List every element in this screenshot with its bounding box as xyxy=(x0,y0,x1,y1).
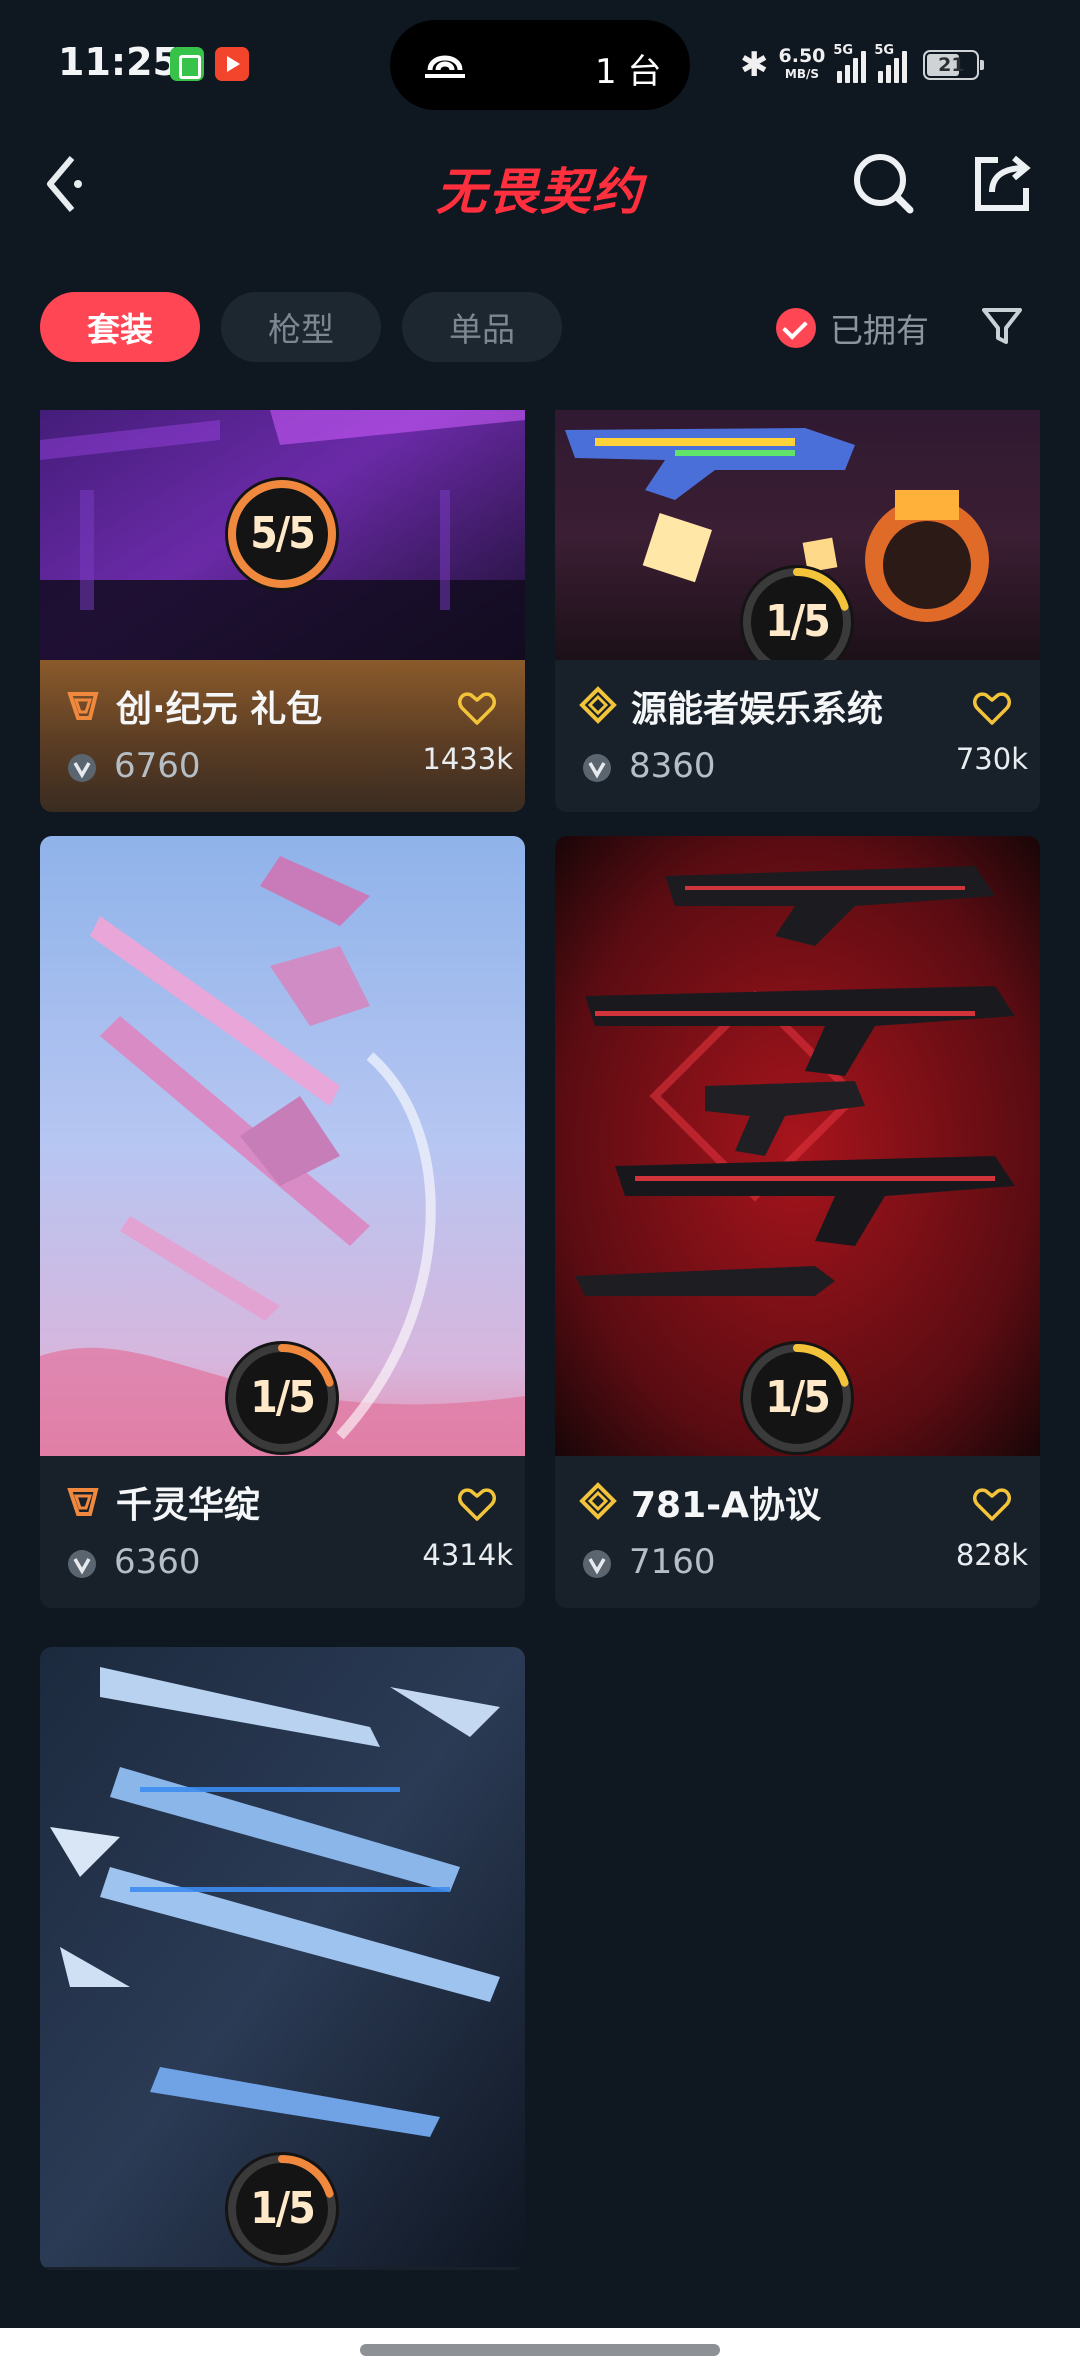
bundle-card[interactable]: 1/5 源能者娱乐系统 8360 730k xyxy=(555,410,1040,812)
collection-progress: 5/5 xyxy=(220,472,344,596)
signal-icon: 5G xyxy=(833,43,867,83)
cast-count: 1 台 xyxy=(595,52,662,92)
bundle-name: 源能者娱乐系统 xyxy=(631,689,884,730)
favorite-icon[interactable] xyxy=(972,1486,1012,1522)
vp-coin-icon xyxy=(68,1550,96,1578)
share-icon[interactable] xyxy=(968,148,1038,218)
tier-icon xyxy=(67,1488,99,1516)
bundle-card[interactable]: 5/5 创·纪元 礼包 6760 1433k xyxy=(40,410,525,812)
tier-icon xyxy=(579,686,617,724)
bundle-price: 7160 xyxy=(629,1542,716,1582)
app-notification-icon xyxy=(170,47,204,81)
bundle-name: 781-A协议 xyxy=(631,1485,821,1526)
bundle-card[interactable]: 1/5 xyxy=(40,1647,525,2270)
bundle-info: 千灵华绽 6360 4314k xyxy=(40,1456,525,1608)
favorite-icon[interactable] xyxy=(457,690,497,726)
category-tabs: 套装 枪型 单品 xyxy=(40,292,562,362)
like-count: 1433k xyxy=(422,742,513,776)
tab-gun-types[interactable]: 枪型 xyxy=(221,292,381,362)
status-time: 11:25 xyxy=(58,40,179,84)
status-bar: 11:25 1 台 ✱ 6.50 MB/S 5G 5G 21 xyxy=(0,0,1080,130)
vp-coin-icon xyxy=(583,1550,611,1578)
bundle-card[interactable]: 1/5 千灵华绽 6360 4314k xyxy=(40,836,525,1608)
favorite-icon[interactable] xyxy=(457,1486,497,1522)
battery-level: 21 xyxy=(938,54,965,76)
navigation-bar xyxy=(0,2328,1080,2375)
vp-coin-icon xyxy=(68,754,96,782)
owned-label: 已拥有 xyxy=(830,311,929,350)
signal-icon: 5G xyxy=(874,43,908,83)
bundle-price: 8360 xyxy=(629,746,716,786)
search-icon[interactable] xyxy=(848,148,918,218)
progress-text: 5/5 xyxy=(250,508,316,559)
header: 无畏契约 xyxy=(0,130,1080,240)
progress-text: 1/5 xyxy=(765,1372,831,1423)
collection-progress: 1/5 xyxy=(735,1336,859,1460)
like-count: 730k xyxy=(955,742,1028,776)
bundle-name: 千灵华绽 xyxy=(116,1485,261,1526)
video-app-icon xyxy=(215,47,249,81)
page-title: 无畏契约 xyxy=(436,163,644,221)
bundle-card[interactable]: 1/5 781-A协议 7160 828k xyxy=(555,836,1040,1608)
bundle-info: 源能者娱乐系统 8360 730k xyxy=(555,660,1040,812)
like-count: 828k xyxy=(955,1538,1028,1572)
network-speed: 6.50 MB/S xyxy=(778,45,826,82)
owned-toggle[interactable]: 已拥有 xyxy=(776,306,929,350)
cast-icon xyxy=(425,55,465,78)
tab-single-items[interactable]: 单品 xyxy=(402,292,562,362)
bundle-grid: 5/5 创·纪元 礼包 6760 1433k 1/5 源能者娱乐系统 8360 … xyxy=(0,410,1080,2270)
bundle-name: 创·纪元 礼包 xyxy=(116,689,323,730)
collection-progress: 1/5 xyxy=(220,2147,344,2270)
tier-icon xyxy=(67,692,99,720)
tier-icon xyxy=(579,1482,617,1520)
favorite-icon[interactable] xyxy=(972,690,1012,726)
bundle-price: 6360 xyxy=(114,1542,201,1582)
bundle-info: 781-A协议 7160 828k xyxy=(555,1456,1040,1608)
filter-icon[interactable] xyxy=(980,304,1024,348)
battery-icon: 21 xyxy=(923,50,985,80)
bundle-info: 创·纪元 礼包 6760 1433k xyxy=(40,660,525,812)
progress-text: 1/5 xyxy=(250,1372,316,1423)
check-icon xyxy=(776,308,816,348)
like-count: 4314k xyxy=(422,1538,513,1572)
bluetooth-icon: ✱ xyxy=(740,45,769,85)
dynamic-island[interactable]: 1 台 xyxy=(390,20,690,110)
bundle-price: 6760 xyxy=(114,746,201,786)
vp-coin-icon xyxy=(583,754,611,782)
progress-text: 1/5 xyxy=(250,2183,316,2234)
collection-progress: 1/5 xyxy=(220,1336,344,1460)
tab-suits[interactable]: 套装 xyxy=(40,292,200,362)
progress-text: 1/5 xyxy=(765,596,831,647)
home-indicator[interactable] xyxy=(360,2344,720,2356)
